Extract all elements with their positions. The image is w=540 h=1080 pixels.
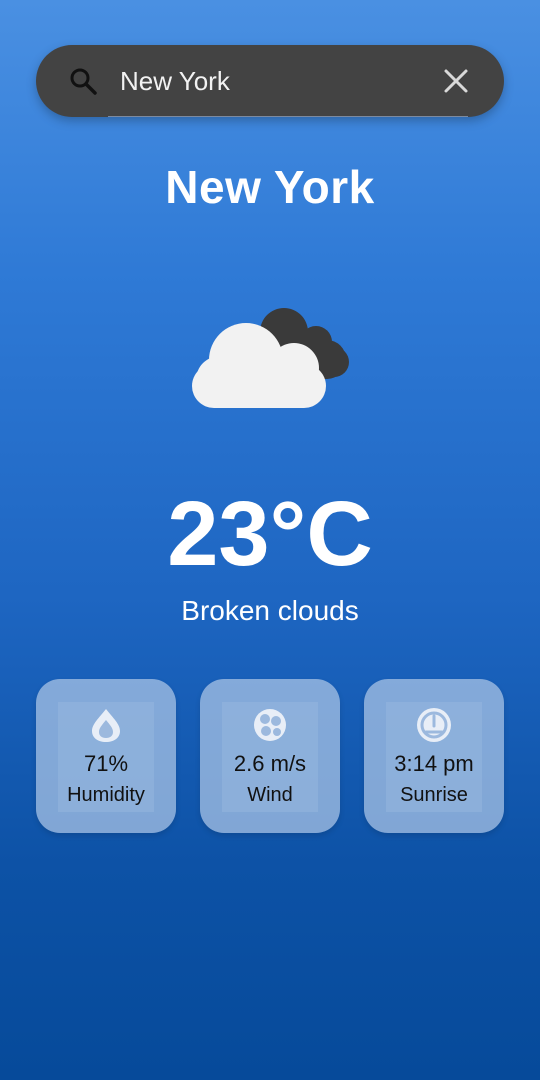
wind-icon (254, 709, 286, 741)
weather-description: Broken clouds (181, 595, 359, 626)
search-underline (108, 116, 468, 117)
search-bar[interactable] (36, 45, 504, 117)
wind-label: Wind (247, 784, 293, 806)
sunrise-card-inner: 3:14 pm Sunrise (386, 702, 482, 812)
humidity-label: Humidity (67, 784, 145, 806)
search-input[interactable] (120, 61, 410, 101)
humidity-card: 71% Humidity (36, 679, 176, 833)
city-title: New York (165, 161, 375, 213)
sunrise-value: 3:14 pm (394, 751, 474, 776)
temperature: 23°C (167, 483, 373, 585)
sunrise-card: 3:14 pm Sunrise (364, 679, 504, 833)
search-icon[interactable] (68, 66, 98, 96)
humidity-card-inner: 71% Humidity (58, 702, 154, 812)
sunrise-label: Sunrise (400, 784, 468, 806)
broken-clouds-icon (192, 308, 349, 408)
wind-card: 2.6 m/s Wind (200, 679, 340, 833)
wind-value: 2.6 m/s (233, 751, 307, 776)
wind-card-inner: 2.6 m/s Wind (222, 702, 318, 812)
sunrise-icon (417, 708, 451, 742)
humidity-value: 71% (83, 751, 129, 776)
close-icon[interactable] (440, 65, 472, 97)
humidity-icon (92, 709, 120, 742)
